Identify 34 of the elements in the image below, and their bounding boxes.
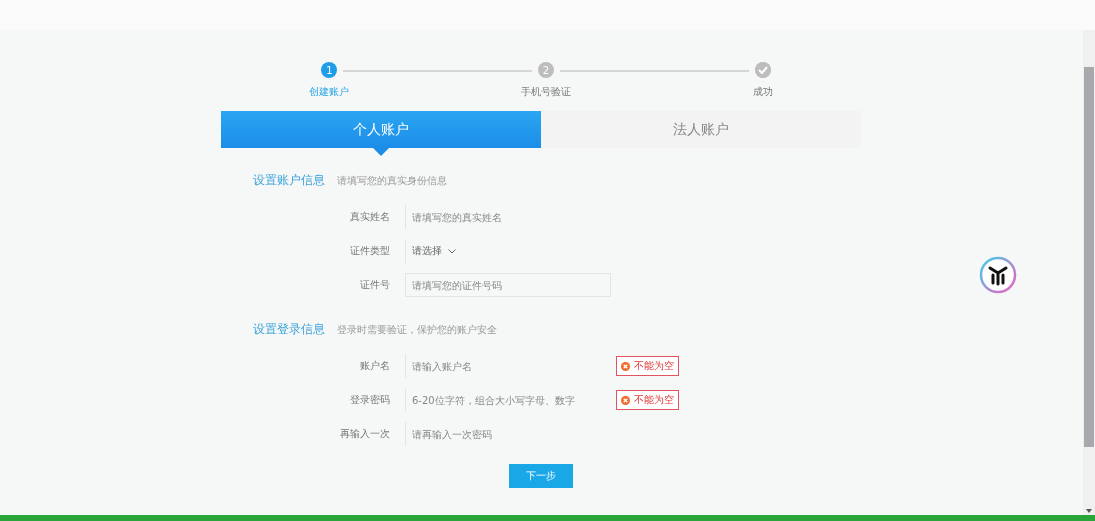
account-tab[interactable]: 法人账户 [541, 111, 861, 148]
section-hint: 登录时需要验证，保护您的账户安全 [337, 323, 497, 337]
account-tab[interactable]: 个人账户 [221, 111, 541, 148]
step-number: 1 [321, 62, 338, 78]
section-hint: 请填写您的真实身份信息 [337, 174, 447, 188]
field-label: 再输入一次 [339, 427, 390, 441]
field-label: 证件类型 [349, 244, 390, 258]
input-field[interactable]: 请再输入一次密码 [405, 422, 611, 446]
field-label: 证件号 [359, 278, 390, 292]
input-field[interactable]: 6-20位字符，组合大小写字母、数字 [405, 388, 611, 412]
check-icon [754, 62, 771, 78]
step-label: 手机号验证 [521, 85, 571, 99]
section-title: 设置账户信息 [253, 172, 325, 189]
tab-pointer [373, 148, 389, 156]
step-label: 成功 [752, 85, 773, 99]
step-label: 创建账户 [309, 85, 350, 99]
field-label: 真实姓名 [349, 210, 390, 224]
scrollbar-thumb[interactable] [1084, 67, 1094, 447]
input-field[interactable]: 请输入账户名 [405, 354, 611, 378]
next-button[interactable]: 下一步 [509, 464, 573, 488]
input-field[interactable]: 请填写您的真实姓名 [405, 205, 611, 229]
error-icon [621, 361, 630, 371]
floating-logo-icon[interactable] [979, 256, 1017, 294]
error-text: 不能为空 [634, 393, 674, 407]
field-label: 登录密码 [349, 393, 390, 407]
section-title: 设置登录信息 [253, 321, 325, 338]
field-label: 账户名 [359, 359, 390, 373]
step-number: 2 [538, 62, 554, 78]
id-type-select[interactable]: 请选择 [405, 239, 462, 263]
scroll-down-icon[interactable] [1086, 509, 1092, 513]
error-icon [621, 395, 630, 405]
chevron-down-icon [448, 248, 456, 254]
error-text: 不能为空 [634, 359, 674, 373]
input-field[interactable]: 请填写您的证件号码 [405, 273, 611, 297]
